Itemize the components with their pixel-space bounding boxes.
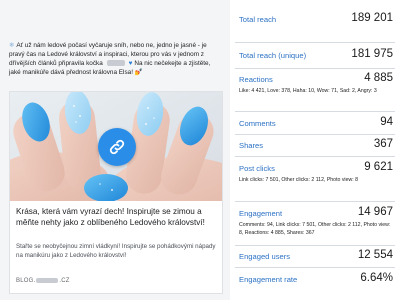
metric-value: 94 [380, 116, 393, 128]
metrics-panel: Total reach 189 201 Total reach (unique)… [230, 0, 400, 300]
link-badge[interactable] [98, 128, 136, 166]
metric-label: Engagement [239, 209, 283, 218]
metric-value: 14 967 [357, 206, 393, 218]
metric-value: 367 [373, 138, 393, 150]
metric-total-reach: Total reach 189 201 [235, 0, 395, 42]
metric-engagement-rate: Engagement rate 6.64% [235, 267, 395, 300]
link-card-description: Stařte se neobyčejnou zimní vládkyní! In… [16, 243, 216, 259]
metric-label: Comments [239, 119, 276, 128]
metric-reactions: Reactions 4 885 Like: 4 421, Love: 378, … [235, 68, 395, 111]
metric-value: 12 554 [357, 249, 393, 261]
link-card-title[interactable]: Krása, která vám vyrazí dech! Inspirujte… [16, 207, 216, 228]
blurred-domain [36, 278, 59, 283]
metric-detail: Comments: 94, Link clicks: 7 501, Other … [239, 222, 391, 236]
metric-label: Total reach [239, 15, 277, 24]
metric-total-reach-unique: Total reach (unique) 181 975 [235, 42, 395, 68]
domain-prefix: BLOG. [16, 278, 36, 285]
metric-detail: Link clicks: 7 501, Other clicks: 2 112,… [239, 177, 358, 183]
metric-value: 189 201 [351, 12, 393, 24]
metric-value: 181 975 [351, 48, 393, 60]
metric-value: 4 885 [364, 72, 393, 84]
blue-heart-icon: ♥ [128, 60, 133, 67]
link-card-image[interactable] [10, 92, 222, 201]
metric-detail: Like: 4 421, Love: 378, Haha: 10, Wow: 7… [239, 88, 377, 94]
link-icon [109, 139, 125, 155]
metric-comments: Comments 94 [235, 111, 395, 134]
metric-shares: Shares 367 [235, 134, 395, 156]
metric-engagement: Engagement 14 967 Comments: 94, Link cli… [235, 201, 395, 245]
link-card-domain: BLOG. .CZ [16, 278, 70, 284]
metric-label: Reactions [239, 75, 273, 84]
snowflake-icon: ❄ [9, 42, 15, 49]
blurred-name [106, 60, 125, 67]
nail-polish-icon: 💅 [134, 69, 143, 76]
link-card[interactable]: Krása, která vám vyrazí dech! Inspirujte… [9, 91, 223, 294]
metric-label: Engaged users [239, 252, 291, 261]
metric-value: 6.64% [360, 272, 393, 284]
metric-engaged-users: Engaged users 12 554 [235, 245, 395, 267]
metric-label: Post clicks [239, 164, 275, 173]
metric-label: Shares [239, 141, 264, 150]
post-preview: ❄ Ať už nám ledové počasí vyčaruje sníh, … [0, 0, 230, 300]
metric-post-clicks: Post clicks 9 621 Link clicks: 7 501, Ot… [235, 156, 395, 201]
metric-label: Engagement rate [239, 275, 298, 284]
domain-suffix: .CZ [59, 278, 70, 285]
metric-value: 9 621 [364, 161, 393, 173]
metric-label: Total reach (unique) [239, 51, 307, 60]
post-text: ❄ Ať už nám ledové počasí vyčaruje sníh, … [9, 41, 223, 77]
